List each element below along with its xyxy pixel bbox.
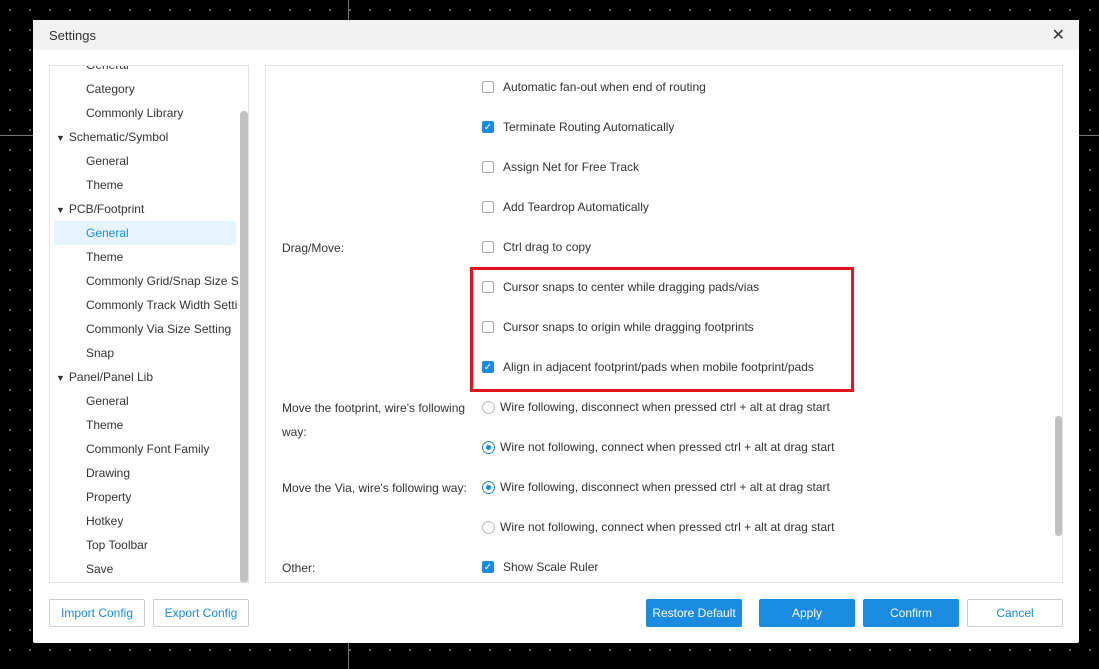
option-label: Wire not following, connect when pressed… [500, 440, 835, 454]
tree-item[interactable]: Property [50, 485, 238, 509]
option-label: Automatic fan-out when end of routing [503, 80, 706, 94]
setting-label: Drag/Move: [282, 241, 345, 255]
option-label: Show Scale Ruler [503, 560, 599, 574]
tree-item[interactable]: Theme [50, 413, 238, 437]
tree-item[interactable]: Commonly Grid/Snap Size Setting [50, 269, 238, 293]
checkbox-option[interactable]: Add Teardrop Automatically [482, 200, 649, 214]
tree-item[interactable]: Theme [50, 173, 238, 197]
title-bar: Settings ✕ [33, 20, 1079, 50]
apply-button[interactable]: Apply [759, 599, 855, 627]
option-label: Ctrl drag to copy [503, 240, 592, 254]
tree-item-label: Hotkey [86, 514, 124, 528]
checkbox-option[interactable]: ✓ Show Scale Ruler [482, 560, 598, 574]
tree-item-label: Save [86, 562, 114, 576]
tree-item-label: General [86, 394, 129, 408]
checkbox[interactable] [482, 241, 494, 253]
radio-option[interactable]: Wire not following, connect when pressed… [482, 520, 835, 534]
caret-down-icon[interactable]: ▼ [56, 373, 65, 383]
tree-item-label: Top Toolbar [86, 538, 148, 552]
tree-item-label: Drawing [86, 466, 131, 480]
tree-item-label: Commonly Grid/Snap Size Setting [86, 274, 238, 288]
radio-button[interactable] [482, 440, 495, 454]
checkbox-option[interactable]: Assign Net for Free Track [482, 160, 639, 174]
tree-item-label: Snap [86, 346, 115, 360]
tree-item[interactable]: Category [50, 77, 238, 101]
tree-item-label: Panel/Panel Lib [68, 370, 153, 384]
tree-item[interactable]: General [50, 149, 238, 173]
radio-button[interactable] [482, 480, 495, 494]
close-icon[interactable]: ✕ [1052, 25, 1065, 45]
checkbox[interactable]: ✓ [482, 561, 494, 573]
tree-item[interactable]: General [54, 221, 236, 245]
tree-item-label: Commonly Library [86, 106, 184, 120]
radio-button[interactable] [482, 520, 495, 534]
import-config-button[interactable]: Import Config [49, 599, 145, 627]
tree-item[interactable]: Commonly Via Size Setting [50, 317, 238, 341]
radio-button[interactable] [482, 400, 495, 414]
highlight-box [470, 267, 854, 392]
tree-item[interactable]: Commonly Track Width Setting [50, 293, 238, 317]
tree-item-label: Commonly Via Size Setting [86, 322, 232, 336]
tree-item[interactable]: General [50, 389, 238, 413]
caret-down-icon[interactable]: ▼ [56, 133, 65, 143]
radio-option[interactable]: Wire not following, connect when pressed… [482, 440, 835, 454]
radio-option[interactable]: Wire following, disconnect when pressed … [482, 400, 830, 414]
tree-scrollbar[interactable] [240, 111, 248, 582]
radio-option[interactable]: Wire following, disconnect when pressed … [482, 480, 830, 494]
checkbox[interactable]: ✓ [482, 121, 494, 133]
tree-item[interactable]: Snap [50, 341, 238, 365]
export-config-button[interactable]: Export Config [153, 599, 249, 627]
setting-label: Other: [282, 561, 316, 575]
tree-item-label: Property [86, 490, 132, 504]
checkbox[interactable] [482, 81, 494, 93]
tree-item[interactable]: Hotkey [50, 509, 238, 533]
setting-label: Move the footprint, wire's following way… [282, 401, 466, 439]
confirm-button[interactable]: Confirm [863, 599, 959, 627]
tree-item-label: Commonly Track Width Setting [86, 298, 238, 312]
option-label: Wire following, disconnect when pressed … [500, 480, 830, 494]
tree-item[interactable]: Commonly Library [50, 101, 238, 125]
settings-dialog: Settings ✕ General Category Commonly Libra… [33, 20, 1079, 643]
option-label: Assign Net for Free Track [503, 160, 640, 174]
tree-item-label: Theme [86, 178, 124, 192]
settings-tree: General Category Commonly Library ▼ Schemati… [49, 65, 249, 583]
tree-item-label: Theme [86, 250, 124, 264]
tree-item[interactable]: Drawing [50, 461, 238, 485]
tree-item[interactable]: ▼ Panel/Panel Lib [50, 365, 238, 389]
tree-item-label: General [86, 65, 129, 72]
tree-item[interactable]: Theme [50, 245, 238, 269]
cancel-button[interactable]: Cancel [967, 599, 1063, 627]
option-label: Add Teardrop Automatically [503, 200, 649, 214]
tree-item-label: PCB/Footprint [68, 202, 145, 216]
checkbox[interactable] [482, 201, 494, 213]
tree-item-label: Theme [86, 418, 124, 432]
dialog-title: Settings [49, 27, 96, 43]
setting-label: Move the Via, wire's following way: [282, 481, 467, 495]
tree-item-label: General [86, 154, 129, 168]
tree-item[interactable]: ▼ PCB/Footprint [50, 197, 238, 221]
checkbox[interactable] [482, 161, 494, 173]
tree-item[interactable]: Top Toolbar [50, 533, 238, 557]
option-label: Terminate Routing Automatically [503, 120, 675, 134]
caret-down-icon[interactable]: ▼ [56, 205, 65, 215]
restore-default-button[interactable]: Restore Default [646, 599, 742, 627]
checkbox-option[interactable]: Automatic fan-out when end of routing [482, 80, 706, 94]
checkbox-option[interactable]: ✓ Terminate Routing Automatically [482, 120, 674, 134]
tree-item-label: Schematic/Symbol [68, 130, 169, 144]
content-scrollbar[interactable] [1055, 416, 1062, 536]
tree-item-label: General [86, 226, 129, 240]
checkbox-option[interactable]: Ctrl drag to copy [482, 240, 591, 254]
tree-item[interactable]: General [50, 65, 238, 77]
tree-item-label: Category [86, 82, 135, 96]
settings-content: Automatic fan-out when end of routing ✓ Te… [265, 65, 1063, 583]
tree-item[interactable]: Commonly Font Family [50, 437, 238, 461]
tree-item[interactable]: Save [50, 557, 238, 581]
tree-item[interactable]: ▼ Schematic/Symbol [50, 125, 238, 149]
option-label: Wire not following, connect when pressed… [500, 520, 835, 534]
option-label: Wire following, disconnect when pressed … [500, 400, 830, 414]
tree-item-label: Commonly Font Family [86, 442, 210, 456]
